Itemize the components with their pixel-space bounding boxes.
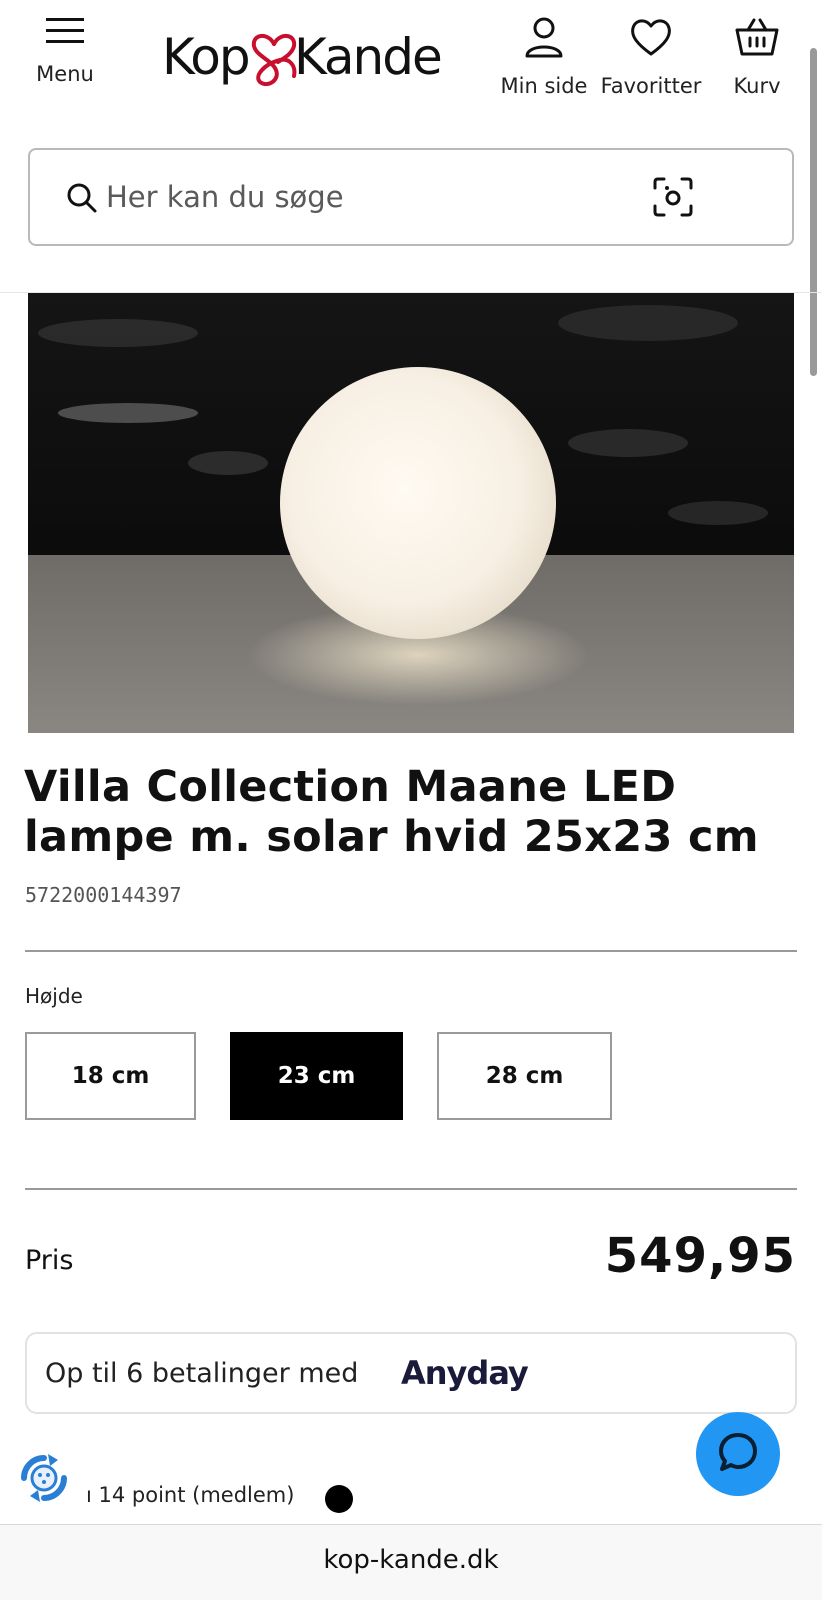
menu-label: Menu bbox=[36, 62, 94, 86]
account-button[interactable]: Min side bbox=[494, 16, 594, 98]
loyalty-points-text: ı 14 point (medlem) bbox=[86, 1483, 295, 1507]
section-divider bbox=[25, 950, 797, 952]
menu-button[interactable]: Menu bbox=[30, 16, 100, 86]
chat-bubble-icon bbox=[716, 1430, 760, 1478]
anyday-logo: Anyday bbox=[401, 1354, 529, 1392]
height-option-28[interactable]: 28 cm bbox=[437, 1032, 612, 1120]
loyalty-points-icon[interactable] bbox=[14, 1448, 74, 1512]
visual-search-icon[interactable] bbox=[652, 176, 694, 222]
logo-text-right: Kande bbox=[294, 28, 443, 86]
favorites-button[interactable]: Favoritter bbox=[596, 16, 706, 98]
browser-address-bar[interactable]: kop-kande.dk bbox=[0, 1524, 822, 1600]
cart-label: Kurv bbox=[733, 74, 781, 98]
product-image[interactable] bbox=[28, 293, 794, 733]
hamburger-icon bbox=[45, 16, 85, 50]
search-box[interactable] bbox=[28, 148, 794, 246]
favorites-label: Favoritter bbox=[600, 74, 702, 98]
height-option-18[interactable]: 18 cm bbox=[25, 1032, 196, 1120]
search-icon[interactable] bbox=[66, 182, 98, 218]
anyday-payment-banner[interactable]: Op til 6 betalinger med Anyday bbox=[25, 1332, 797, 1414]
site-header: Menu Kop Kande Min side Favoritter Kurv bbox=[0, 0, 822, 118]
user-icon bbox=[524, 16, 564, 62]
price-label: Pris bbox=[25, 1245, 74, 1276]
search-input[interactable] bbox=[106, 174, 626, 220]
heart-icon bbox=[629, 16, 673, 62]
height-option-label: Højde bbox=[25, 984, 83, 1008]
product-sku: 5722000144397 bbox=[25, 883, 182, 907]
browser-url: kop-kande.dk bbox=[323, 1545, 499, 1575]
chat-button[interactable] bbox=[696, 1412, 780, 1496]
product-title: Villa Collection Maane LED lampe m. sola… bbox=[24, 762, 759, 862]
site-logo[interactable]: Kop Kande bbox=[162, 24, 443, 96]
product-photo bbox=[28, 293, 794, 733]
logo-text-left: Kop bbox=[162, 28, 251, 86]
basket-icon bbox=[734, 16, 780, 62]
indicator-dot bbox=[325, 1485, 353, 1513]
height-option-23-selected[interactable]: 23 cm bbox=[230, 1032, 403, 1120]
anyday-text: Op til 6 betalinger med bbox=[45, 1358, 359, 1389]
account-label: Min side bbox=[500, 74, 588, 98]
price-value: 549,95 bbox=[604, 1228, 796, 1284]
page-scrollbar[interactable] bbox=[810, 48, 817, 376]
section-divider bbox=[25, 1188, 797, 1190]
cart-button[interactable]: Kurv bbox=[720, 16, 794, 98]
